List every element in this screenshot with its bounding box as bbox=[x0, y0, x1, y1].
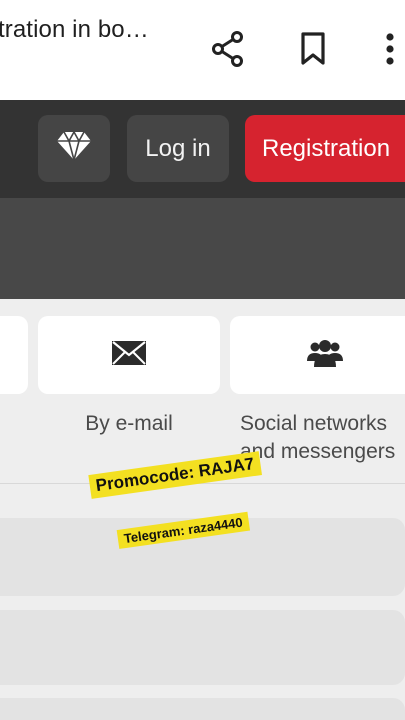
registration-method-card[interactable] bbox=[0, 316, 28, 394]
page-title: tration in bo… bbox=[0, 16, 149, 43]
browser-toolbar: tration in bo… bbox=[0, 0, 405, 100]
form-field[interactable] bbox=[0, 610, 405, 685]
login-button[interactable]: Log in bbox=[127, 115, 229, 182]
diamond-icon bbox=[55, 130, 93, 167]
screen: tration in bo… Log in Registration By e-… bbox=[0, 0, 405, 720]
users-icon bbox=[307, 339, 343, 372]
header-subband bbox=[0, 198, 405, 299]
email-method-label: By e-mail bbox=[85, 412, 173, 435]
form-field[interactable] bbox=[0, 698, 405, 720]
bookmark-icon[interactable] bbox=[293, 28, 333, 70]
social-label-line2: and messengers bbox=[240, 440, 396, 463]
share-icon[interactable] bbox=[208, 28, 248, 70]
envelope-icon bbox=[112, 340, 146, 370]
social-label-line1: Social networks bbox=[240, 412, 388, 435]
diamond-button[interactable] bbox=[38, 115, 110, 182]
more-vert-icon[interactable] bbox=[370, 28, 405, 70]
promocode-sticker: Promocode: RAJA7 bbox=[88, 451, 262, 499]
email-method-card[interactable] bbox=[38, 316, 220, 394]
social-method-card[interactable] bbox=[230, 316, 405, 394]
registration-button[interactable]: Registration bbox=[245, 115, 405, 182]
